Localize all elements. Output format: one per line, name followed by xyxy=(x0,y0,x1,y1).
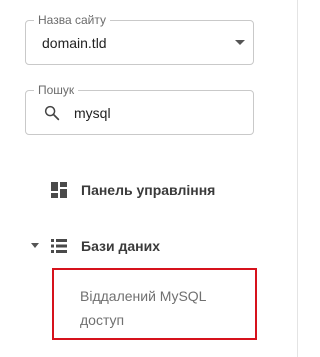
search-label: Пошук xyxy=(34,83,79,97)
sidebar-panel: Назва сайту domain.tld Пошук mysql Панел… xyxy=(0,0,298,357)
nav-subitem-remote-mysql[interactable]: Віддалений MySQL доступ xyxy=(80,284,250,332)
search-field[interactable]: Пошук mysql xyxy=(25,83,254,135)
site-selector-value: domain.tld xyxy=(42,35,107,51)
list-icon xyxy=(51,239,67,253)
search-icon xyxy=(44,105,60,121)
dashboard-icon xyxy=(51,182,67,198)
site-selector-label: Назва сайту xyxy=(34,13,110,27)
expand-arrow-icon[interactable] xyxy=(31,243,39,248)
nav-item-dashboard[interactable]: Панель управління xyxy=(0,172,298,208)
nav-item-databases[interactable]: Бази даних xyxy=(0,228,298,264)
nav-item-dashboard-label: Панель управління xyxy=(81,182,216,198)
site-selector[interactable]: Назва сайту domain.tld xyxy=(25,13,254,65)
search-input[interactable]: mysql xyxy=(74,105,111,121)
nav-item-databases-label: Бази даних xyxy=(81,238,160,254)
chevron-down-icon[interactable] xyxy=(235,40,245,45)
